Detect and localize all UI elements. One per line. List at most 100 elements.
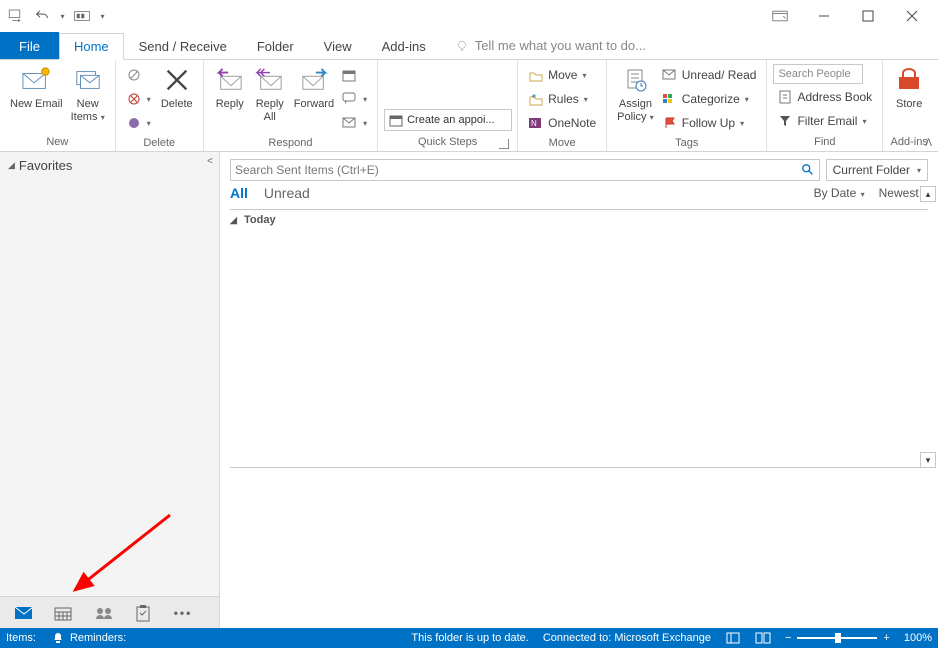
calendar-icon	[389, 113, 403, 127]
zoom-track[interactable]	[797, 637, 877, 639]
tell-me-search[interactable]: Tell me what you want to do...	[455, 32, 646, 59]
unread-read-button[interactable]: Unread/ Read	[658, 64, 761, 86]
window-minimize-button[interactable]	[802, 2, 846, 30]
search-people-input[interactable]: Search People	[773, 64, 863, 84]
quick-access-toolbar: ▾ ▾	[4, 4, 108, 28]
ribbon-group-find-caption: Find	[773, 133, 876, 151]
move-icon	[528, 67, 544, 83]
dialog-launcher-icon[interactable]	[499, 139, 509, 149]
search-icon[interactable]	[801, 163, 815, 177]
qat-undo-dropdown[interactable]: ▾	[56, 4, 68, 28]
zoom-percent[interactable]: 100%	[904, 632, 932, 644]
svg-text:N: N	[531, 119, 537, 128]
filter-unread[interactable]: Unread	[264, 185, 310, 201]
qat-touch-mode-icon[interactable]	[70, 4, 94, 28]
junk-icon	[126, 91, 142, 107]
status-bar: Items: Reminders: This folder is up to d…	[0, 628, 938, 648]
new-email-button[interactable]: New Email	[6, 62, 67, 111]
nav-switcher: •••	[0, 596, 219, 628]
nav-tasks-icon[interactable]	[134, 604, 152, 622]
meeting-icon	[342, 67, 358, 83]
view-normal-icon[interactable]	[725, 631, 741, 645]
move-button[interactable]: Move▾	[524, 64, 600, 86]
cleanup-icon	[126, 115, 142, 131]
window-close-button[interactable]	[890, 2, 934, 30]
store-button[interactable]: Store	[889, 62, 929, 111]
tab-folder[interactable]: Folder	[242, 32, 309, 59]
ribbon-group-quicksteps: Create an appoi... Quick Steps	[378, 60, 518, 151]
nav-mail-icon[interactable]	[14, 604, 32, 622]
delete-icon	[161, 64, 193, 96]
ribbon-group-delete: ▾ ▾ Delete Delete	[116, 60, 204, 151]
tab-send-receive[interactable]: Send / Receive	[124, 32, 242, 59]
window-maximize-button[interactable]	[846, 2, 890, 30]
message-list: ▴ ▾	[230, 226, 928, 468]
follow-up-button[interactable]: Follow Up▾	[658, 112, 761, 134]
triangle-down-icon: ◢	[230, 215, 237, 225]
qat-undo-icon[interactable]	[30, 4, 54, 28]
lightbulb-icon	[455, 39, 469, 53]
qat-customize-dropdown[interactable]: ▾	[96, 4, 108, 28]
sort-by-date[interactable]: By Date ▾	[814, 186, 865, 200]
collapse-nav-icon[interactable]: <	[207, 156, 213, 167]
nav-more-icon[interactable]: •••	[174, 604, 192, 622]
filter-icon	[777, 113, 793, 129]
flag-icon	[662, 115, 678, 131]
zoom-slider[interactable]: − +	[785, 632, 890, 644]
ribbon-group-tags-caption: Tags	[613, 134, 760, 151]
nav-calendar-icon[interactable]	[54, 604, 72, 622]
reply-all-button[interactable]: ReplyAll	[250, 62, 290, 123]
categorize-button[interactable]: Categorize▾	[658, 88, 761, 110]
new-items-icon	[72, 64, 104, 96]
group-header-today[interactable]: ◢ Today	[230, 209, 928, 226]
im-button[interactable]: ▾	[338, 88, 371, 110]
filter-all[interactable]: All	[230, 185, 248, 201]
collapse-ribbon-icon[interactable]: ᐱ	[925, 138, 932, 149]
tab-addins[interactable]: Add-ins	[367, 32, 441, 59]
im-icon	[342, 91, 358, 107]
tell-me-placeholder: Tell me what you want to do...	[475, 38, 646, 53]
tab-home[interactable]: Home	[59, 33, 124, 60]
quickstep-create-appointment[interactable]: Create an appoi...	[384, 109, 512, 131]
cleanup-button[interactable]: ▾	[122, 112, 155, 134]
meeting-button[interactable]	[338, 64, 371, 86]
favorites-header[interactable]: ◢Favorites	[0, 152, 219, 179]
delete-button[interactable]: Delete	[157, 62, 197, 111]
junk-button[interactable]: ▾	[122, 88, 155, 110]
reply-button[interactable]: Reply	[210, 62, 250, 111]
content-area: < ◢Favorites ••• Search Sent Items (Ctrl…	[0, 152, 938, 628]
ribbon-group-delete-caption: Delete	[122, 134, 197, 151]
ribbon-display-options-icon[interactable]	[758, 2, 802, 30]
search-scope-dropdown[interactable]: Current Folder▾	[826, 159, 928, 181]
more-respond-icon	[342, 115, 358, 131]
status-reminders[interactable]: Reminders:	[50, 631, 126, 645]
forward-button[interactable]: Forward	[290, 62, 338, 111]
onenote-button[interactable]: NOneNote	[524, 112, 600, 134]
qat-send-receive-icon[interactable]	[4, 4, 28, 28]
assign-policy-button[interactable]: AssignPolicy ▾	[613, 62, 658, 123]
zoom-in-icon[interactable]: +	[883, 632, 889, 644]
store-icon	[893, 64, 925, 96]
filter-email-button[interactable]: Filter Email▾	[773, 110, 876, 132]
scroll-up-button[interactable]: ▴	[920, 186, 936, 202]
ribbon-group-respond: Reply ReplyAll Forward ▾ ▾ Respond	[204, 60, 378, 151]
ribbon-group-find: Search People Address Book Filter Email▾…	[767, 60, 883, 151]
view-reading-icon[interactable]	[755, 631, 771, 645]
onenote-icon: N	[528, 115, 544, 131]
search-input[interactable]: Search Sent Items (Ctrl+E)	[230, 159, 820, 181]
zoom-out-icon[interactable]: −	[785, 632, 791, 644]
tab-view[interactable]: View	[309, 32, 367, 59]
new-items-button[interactable]: NewItems ▾	[67, 62, 109, 123]
ribbon-group-new-caption: New	[6, 133, 109, 151]
forward-icon	[298, 64, 330, 96]
address-book-button[interactable]: Address Book	[773, 86, 876, 108]
reply-icon	[214, 64, 246, 96]
ignore-button[interactable]	[122, 64, 155, 86]
ribbon-group-respond-caption: Respond	[210, 134, 371, 151]
tab-file[interactable]: File	[0, 32, 59, 59]
rules-button[interactable]: Rules▾	[524, 88, 600, 110]
nav-people-icon[interactable]	[94, 604, 112, 622]
navigation-pane: < ◢Favorites •••	[0, 152, 220, 628]
more-respond-button[interactable]: ▾	[338, 112, 371, 134]
scroll-down-button[interactable]: ▾	[920, 452, 936, 468]
